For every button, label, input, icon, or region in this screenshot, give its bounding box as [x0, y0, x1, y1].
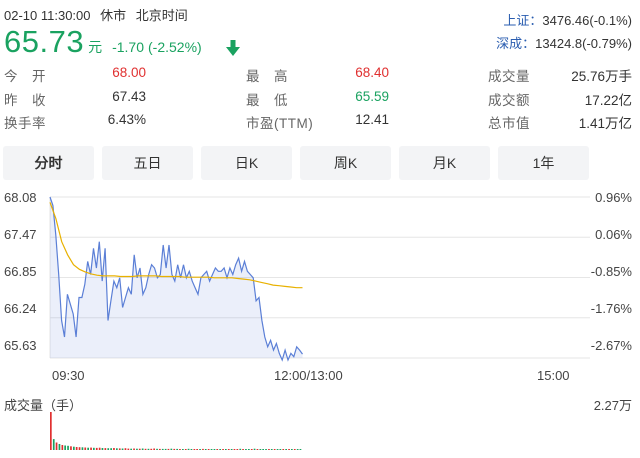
volume-bar: [245, 449, 247, 450]
volume-bars: [50, 412, 302, 450]
volume-bar: [225, 449, 227, 450]
volume-bar: [173, 448, 176, 450]
volume-bar: [61, 445, 64, 450]
volume-bar: [213, 449, 216, 450]
volume-bar: [179, 449, 181, 450]
volume-bar: [250, 449, 253, 450]
volume-bar: [265, 449, 267, 450]
volume-bar: [73, 446, 75, 450]
volume-bar: [296, 449, 299, 450]
volume-bar: [116, 448, 118, 450]
volume-bar: [184, 449, 187, 450]
volume-bar: [259, 449, 262, 450]
volume-bar: [285, 449, 287, 450]
volume-bar: [104, 448, 107, 450]
volume-bar: [216, 449, 219, 450]
volume-bar: [193, 449, 196, 450]
volume-bar: [138, 448, 141, 450]
volume-bar: [118, 448, 121, 450]
volume-bar: [276, 449, 279, 450]
volume-bar: [87, 447, 89, 450]
volume-bar: [52, 439, 55, 450]
volume-bar: [147, 448, 150, 450]
volume-bar: [288, 449, 290, 450]
volume-bar: [210, 449, 213, 450]
volume-bar: [110, 448, 112, 450]
volume-bar: [156, 448, 158, 450]
volume-bar: [150, 448, 153, 450]
volume-bar: [161, 448, 164, 450]
volume-bar: [291, 449, 293, 450]
volume-bar: [170, 448, 173, 450]
volume-bar: [222, 449, 224, 450]
volume-bar: [262, 449, 264, 450]
volume-bar: [55, 442, 58, 450]
volume-bar: [190, 449, 193, 450]
volume-bar: [187, 448, 190, 450]
volume-bar: [121, 448, 124, 450]
volume-bar: [95, 447, 98, 450]
volume-bar: [233, 449, 236, 450]
volume-bar: [144, 448, 147, 450]
volume-bar: [176, 448, 178, 450]
volume-bar: [199, 449, 201, 450]
volume-bar: [204, 449, 207, 450]
volume-bar: [141, 448, 144, 450]
volume-bar: [84, 447, 87, 450]
volume-bar: [75, 447, 78, 450]
volume-bar: [227, 449, 230, 450]
intraday-chart[interactable]: [0, 0, 640, 458]
volume-bar: [273, 449, 276, 450]
volume-bar: [270, 449, 273, 450]
volume-bar: [64, 445, 66, 450]
volume-bar: [133, 448, 135, 450]
volume-bar: [78, 447, 81, 450]
volume-bar: [253, 448, 256, 450]
volume-bar: [219, 449, 221, 450]
volume-bar: [93, 447, 95, 450]
volume-bar: [196, 449, 198, 450]
volume-bar: [58, 444, 61, 450]
volume-bar: [136, 448, 138, 450]
volume-bar: [101, 448, 104, 450]
volume-bar: [207, 449, 210, 450]
volume-bar: [236, 449, 239, 450]
volume-bar: [159, 448, 161, 450]
volume-bar: [130, 448, 132, 450]
volume-bar: [127, 448, 130, 450]
volume-bar: [67, 445, 69, 450]
volume-bar: [202, 448, 204, 450]
volume-bar: [182, 449, 184, 450]
volume-bar: [248, 449, 250, 450]
volume-bar: [98, 447, 101, 450]
volume-bar: [268, 449, 270, 450]
volume-bar: [153, 448, 155, 450]
volume-bar: [293, 449, 296, 450]
volume-bar: [50, 412, 52, 450]
volume-bar: [167, 448, 170, 450]
volume-bar: [239, 448, 242, 450]
volume-bar: [256, 449, 259, 450]
volume-bar: [299, 449, 302, 450]
volume-bar: [230, 449, 233, 450]
volume-bar: [107, 448, 110, 450]
volume-bar: [70, 446, 72, 450]
volume-bar: [113, 448, 115, 450]
volume-bar: [164, 448, 167, 450]
volume-bar: [81, 447, 84, 450]
volume-bar: [124, 448, 127, 450]
volume-bar: [279, 449, 282, 450]
volume-bar: [90, 447, 92, 450]
volume-bar: [282, 449, 285, 450]
volume-bar: [242, 449, 244, 450]
